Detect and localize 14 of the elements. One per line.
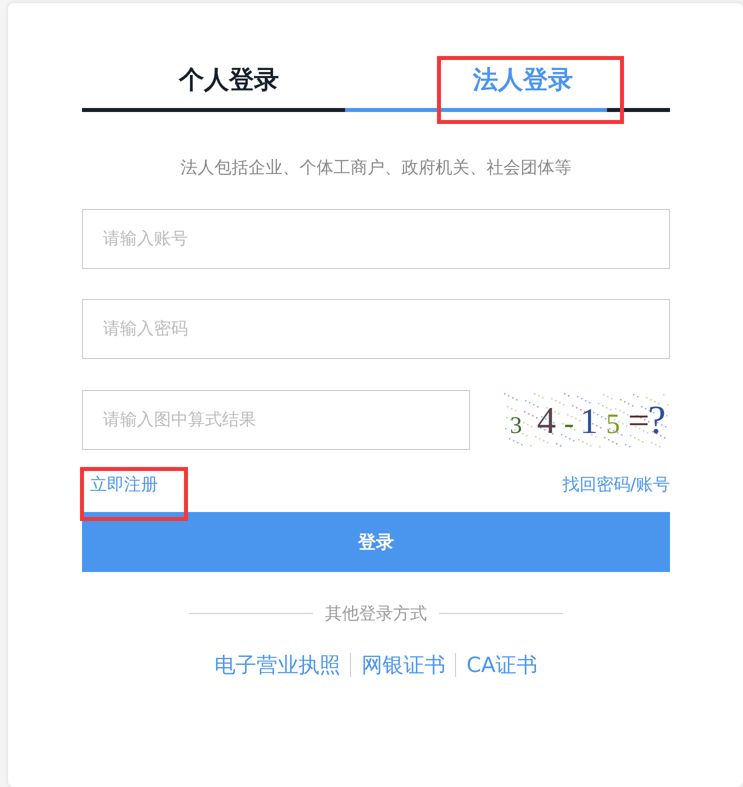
captcha-field[interactable]: 请输入图中算式结果 <box>82 390 470 450</box>
input-field[interactable]: 请输入账号 <box>82 209 670 269</box>
login-tab[interactable]: 个人登录 <box>82 61 376 108</box>
login-method-link[interactable]: CA证书 <box>466 651 538 679</box>
other-methods-label: 其他登录方式 <box>325 603 427 625</box>
login-method-link[interactable]: 电子营业执照 <box>214 651 340 679</box>
register-link[interactable]: 立即注册 <box>90 473 158 496</box>
login-method-link[interactable]: 网银证书 <box>361 651 446 679</box>
login-tab[interactable]: 法人登录 <box>376 61 670 108</box>
hint-text: 法人包括企业、个体工商户、政府机关、社会团体等 <box>180 157 572 179</box>
captcha-image[interactable]: 3 4 - 1 5 =? <box>502 389 670 451</box>
input-field[interactable]: 请输入密码 <box>82 299 670 359</box>
login-button[interactable]: 登录 <box>82 512 670 572</box>
recover-password-link[interactable]: 找回密码/账号 <box>562 473 670 496</box>
